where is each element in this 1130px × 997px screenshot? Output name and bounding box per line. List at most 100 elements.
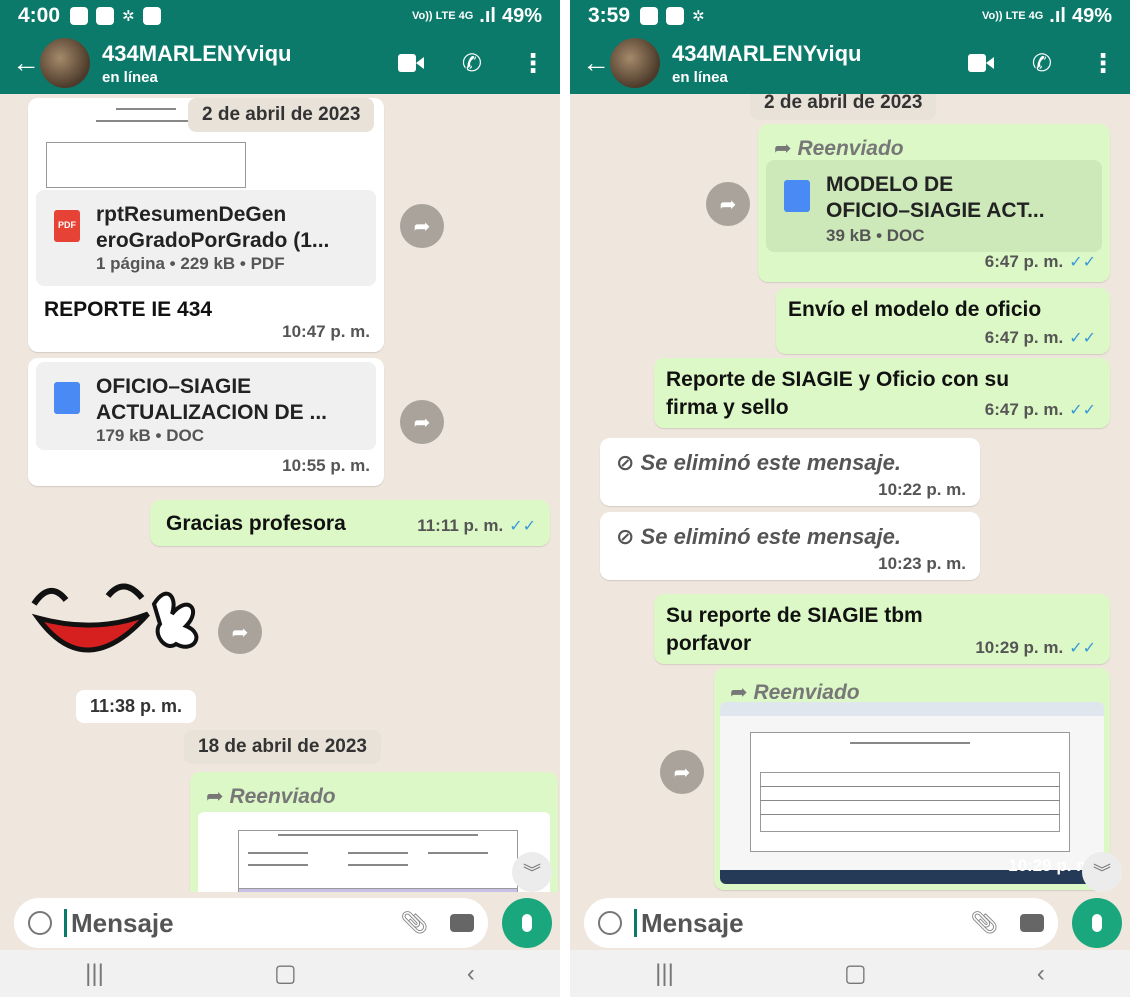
avatar[interactable] [610, 38, 660, 88]
back-icon[interactable]: ‹ [1037, 960, 1045, 988]
camera-icon[interactable] [450, 914, 474, 932]
message-incoming[interactable]: OFICIO–SIAGIE ACTUALIZACION DE ... 179 k… [28, 358, 384, 486]
message-outgoing[interactable]: Envío el modelo de oficio 6:47 p. m. ✓✓ [776, 288, 1110, 354]
file-name-line1: MODELO DE [826, 173, 954, 196]
status-time: 4:00 [18, 4, 61, 27]
recents-icon[interactable]: ||| [655, 960, 674, 988]
mic-button[interactable] [1072, 898, 1122, 948]
home-icon[interactable]: ▢ [274, 959, 297, 988]
message-time: 10:29 p. m. [975, 638, 1064, 657]
system-nav-bar: ||| ▢ ‹ [0, 950, 560, 997]
deleted-text: Se eliminó este mensaje. [640, 524, 902, 549]
attach-icon[interactable]: 📎︎ [400, 910, 428, 936]
message-outgoing[interactable]: ➦ Reenviado [190, 772, 558, 892]
text-caret [634, 909, 637, 937]
contact-info[interactable]: 434MARLENYviqu en línea [672, 41, 862, 86]
chat-header: ← 434MARLENYviqu en línea ✆ ⋮ [570, 32, 1130, 94]
forward-icon: ➦ [730, 681, 754, 704]
message-line1: Su reporte de SIAGIE tbm [666, 604, 923, 627]
header-actions: ✆ ⋮ [397, 48, 546, 79]
message-deleted[interactable]: ⊘ Se eliminó este mensaje. 10:22 p. m. [600, 438, 980, 506]
message-input[interactable]: Mensaje 📎︎ [14, 898, 488, 948]
status-bar: 4:00 ✲ Vo)) LTE 4G .ıl 49% [0, 0, 560, 32]
file-meta: 39 kB • DOC [826, 226, 925, 245]
recents-icon[interactable]: ||| [85, 960, 104, 988]
file-meta: 1 página • 229 kB • PDF [96, 254, 285, 273]
mic-icon [1092, 914, 1102, 932]
gear-icon: ✲ [122, 8, 135, 25]
gear-icon: ✲ [692, 8, 705, 25]
message-time-row: 6:47 p. m. ✓✓ [985, 328, 1096, 348]
battery-text: 49% [501, 4, 542, 27]
back-icon[interactable]: ‹ [467, 960, 475, 988]
contact-name: 434MARLENYviqu [102, 40, 292, 66]
status-time: 3:59 [588, 4, 631, 27]
mic-icon [522, 914, 532, 932]
scroll-down-icon[interactable]: ︾ [512, 852, 552, 892]
message-text: Reporte de SIAGIE y Oficio con su firma … [666, 366, 1009, 422]
system-nav-bar: ||| ▢ ‹ [570, 950, 1130, 997]
deleted-icon: ⊘ [616, 450, 641, 475]
phone-icon[interactable]: ✆ [1032, 49, 1052, 78]
message-outgoing[interactable]: ➦ Reenviado MODELO DE OFICIO–SIAGIE ACT.… [758, 124, 1110, 282]
back-arrow-icon[interactable]: ← [12, 47, 40, 79]
message-outgoing[interactable]: ➦ Reenviado 10:29 p. m. [714, 668, 1110, 890]
chat-area[interactable]: 2 de abril de 2023 ➦ Reenviado MODELO DE… [570, 94, 1130, 892]
file-attachment[interactable]: MODELO DE OFICIO–SIAGIE ACT... 39 kB • D… [766, 160, 1102, 252]
phone-icon[interactable]: ✆ [462, 49, 482, 78]
back-arrow-icon[interactable]: ← [582, 47, 610, 79]
contact-info[interactable]: 434MARLENYviqu en línea [102, 41, 292, 86]
emoji-icon[interactable] [28, 911, 52, 935]
file-name: MODELO DE OFICIO–SIAGIE ACT... [826, 172, 1045, 224]
file-attachment[interactable]: PDF rptResumenDeGen eroGradoPorGrado (1.… [36, 190, 376, 286]
attach-icon[interactable]: 📎︎ [970, 910, 998, 936]
message-incoming[interactable]: PDF rptResumenDeGen eroGradoPorGrado (1.… [28, 98, 384, 352]
chat-header: ← 434MARLENYviqu en línea ✆ ⋮ [0, 32, 560, 94]
more-icon[interactable]: ⋮ [520, 48, 546, 79]
avatar[interactable] [40, 38, 90, 88]
scroll-down-icon[interactable]: ︾ [1082, 852, 1122, 892]
text-caret [64, 909, 67, 937]
video-call-icon[interactable] [397, 54, 424, 72]
camera-icon[interactable] [1020, 914, 1044, 932]
phone-left: 4:00 ✲ Vo)) LTE 4G .ıl 49% ← 434MARLENYv… [0, 0, 560, 997]
forward-icon[interactable]: ➦ [706, 182, 750, 226]
composer: Mensaje 📎︎ [570, 892, 1130, 950]
battery-text: 49% [1071, 4, 1112, 27]
message-outgoing[interactable]: Gracias profesora 11:11 p. m. ✓✓ [150, 500, 550, 546]
image-preview[interactable] [198, 812, 550, 892]
message-time: 11:11 p. m. [417, 516, 504, 535]
forwarded-label: ➦ Reenviado [206, 784, 336, 809]
more-icon[interactable]: ⋮ [1090, 48, 1116, 79]
phone-right: 3:59 ✲ Vo)) LTE 4G .ıl 49% ← 434MARLENYv… [570, 0, 1130, 997]
message-deleted[interactable]: ⊘ Se eliminó este mensaje. 10:23 p. m. [600, 512, 980, 580]
header-actions: ✆ ⋮ [967, 48, 1116, 79]
deleted-message: ⊘ Se eliminó este mensaje. [616, 450, 901, 476]
sticker[interactable] [26, 574, 216, 674]
emoji-icon[interactable] [598, 911, 622, 935]
message-input[interactable]: Mensaje 📎︎ [584, 898, 1058, 948]
notification-icon [640, 7, 659, 25]
message-time-row: 10:29 p. m. ✓✓ [975, 638, 1096, 658]
chat-area[interactable]: PDF rptResumenDeGen eroGradoPorGrado (1.… [0, 94, 560, 892]
forward-icon[interactable]: ➦ [660, 750, 704, 794]
forward-icon[interactable]: ➦ [400, 204, 444, 248]
home-icon[interactable]: ▢ [844, 959, 867, 988]
presence-status: en línea [672, 68, 728, 86]
file-name-line1: rptResumenDeGen [96, 203, 287, 226]
message-text: Envío el modelo de oficio [788, 298, 1042, 321]
forwarded-text: Reenviado [797, 137, 904, 160]
notification-icon [70, 7, 89, 25]
message-outgoing[interactable]: Reporte de SIAGIE y Oficio con su firma … [654, 358, 1110, 428]
forward-icon: ➦ [206, 785, 230, 808]
date-chip: 2 de abril de 2023 [188, 98, 375, 132]
forward-icon[interactable]: ➦ [218, 610, 262, 654]
file-name-line2: OFICIO–SIAGIE ACT... [826, 199, 1045, 222]
composer: Mensaje 📎︎ [0, 892, 560, 950]
message-outgoing[interactable]: Su reporte de SIAGIE tbm porfavor 10:29 … [654, 594, 1110, 664]
video-call-icon[interactable] [967, 54, 994, 72]
file-attachment[interactable]: OFICIO–SIAGIE ACTUALIZACION DE ... 179 k… [36, 362, 376, 450]
forward-icon[interactable]: ➦ [400, 400, 444, 444]
mic-button[interactable] [502, 898, 552, 948]
file-name-line2: ACTUALIZACION DE ... [96, 401, 327, 424]
